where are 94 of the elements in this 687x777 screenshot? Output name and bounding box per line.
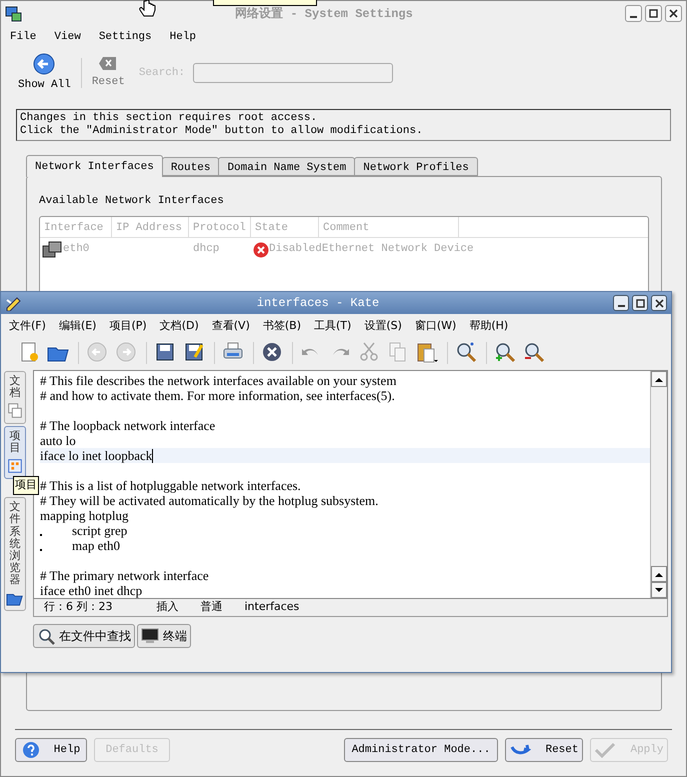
clear-icon bbox=[98, 56, 118, 72]
tool-view-button[interactable]: 在文件中查找 bbox=[33, 624, 135, 648]
notice-text: Changes in this section requires root access. bbox=[20, 112, 318, 125]
menu-item[interactable]: 窗口(W) bbox=[414, 318, 456, 334]
magnifier-icon bbox=[37, 626, 55, 644]
pen-icon bbox=[5, 295, 23, 311]
close-button[interactable] bbox=[651, 295, 667, 311]
maximize-button[interactable] bbox=[632, 295, 648, 311]
maximize-icon bbox=[636, 298, 644, 308]
code-line: map eth0 bbox=[72, 538, 120, 553]
section-title: Available Network Interfaces bbox=[39, 194, 225, 209]
paste-icon[interactable] bbox=[416, 341, 440, 365]
tab-marker bbox=[40, 534, 42, 536]
close-button[interactable] bbox=[665, 5, 682, 22]
menu-item[interactable]: 设置(S) bbox=[364, 318, 402, 334]
code-line: # The loopback network interface bbox=[40, 418, 216, 433]
menu-item[interactable]: Help bbox=[170, 28, 196, 46]
terminal-icon bbox=[141, 628, 159, 644]
tool-view-button[interactable]: 终端 bbox=[137, 624, 191, 648]
status-text: 插入 bbox=[156, 599, 178, 615]
menu-item[interactable]: Settings bbox=[98, 28, 152, 46]
close-icon bbox=[654, 298, 664, 308]
documents-icon bbox=[6, 402, 24, 420]
code-line: # and how to activate them. For more information, see interfaces(5). bbox=[40, 388, 395, 403]
up-arrow-icon bbox=[655, 572, 663, 576]
question-mark-icon bbox=[22, 741, 40, 759]
menu-item[interactable]: 编辑(E) bbox=[58, 318, 96, 334]
tab-marker bbox=[40, 548, 42, 550]
code-line: script grep bbox=[72, 523, 128, 538]
code-line: iface eth0 inet dhcp bbox=[40, 583, 142, 598]
column-header: Comment bbox=[319, 216, 459, 236]
table-cell-text: Disabled bbox=[269, 242, 322, 258]
column-header: Protocol bbox=[189, 216, 251, 236]
table-cell-text: eth0 bbox=[63, 242, 90, 258]
code-line: mapping hotplug bbox=[40, 508, 128, 523]
minimize-icon bbox=[618, 305, 624, 307]
status-text: 行：6 列：23 bbox=[44, 599, 112, 615]
status-text: 普通 bbox=[200, 599, 222, 615]
dialog-button[interactable]: Help bbox=[15, 738, 87, 762]
column-header: Interface bbox=[40, 216, 112, 236]
checkmark-icon bbox=[594, 742, 616, 758]
notice-text: Click the "Administrator Mode" button to allow modifications. bbox=[20, 125, 424, 138]
window-title: interfaces - Kate bbox=[256, 295, 380, 312]
code-line: iface lo inet loopback bbox=[40, 448, 152, 463]
table-cell-text: Ethernet Network Device bbox=[322, 242, 474, 258]
error-icon bbox=[253, 242, 269, 258]
menu-item[interactable]: File bbox=[10, 28, 36, 46]
window-title: 网络设置 - System Settings bbox=[235, 6, 413, 22]
tab[interactable]: Routes bbox=[162, 157, 220, 176]
menu-item[interactable]: 查看(V) bbox=[212, 318, 250, 334]
menu-item[interactable]: 文档(D) bbox=[160, 318, 199, 334]
column-header: IP Address bbox=[112, 216, 189, 236]
scrollbar[interactable] bbox=[650, 371, 667, 598]
zoom-in-icon[interactable] bbox=[494, 341, 518, 365]
zoom-out-icon[interactable] bbox=[523, 341, 547, 365]
code-line: auto lo bbox=[40, 433, 76, 448]
close-icon bbox=[669, 9, 678, 18]
tab[interactable]: Domain Name System bbox=[218, 157, 356, 176]
text-cursor bbox=[152, 448, 154, 462]
menu-item[interactable]: 帮助(H) bbox=[469, 318, 508, 334]
menu-item[interactable]: 项目(P) bbox=[109, 318, 147, 334]
toolbar-button[interactable]: Show All bbox=[16, 52, 73, 94]
tab[interactable]: Network Profiles bbox=[354, 157, 478, 176]
menu-item[interactable]: View bbox=[54, 28, 81, 46]
maximize-icon bbox=[649, 9, 658, 18]
tooltip: 项目 bbox=[13, 476, 39, 494]
tab[interactable]: Network Interfaces bbox=[26, 155, 163, 177]
maximize-button[interactable] bbox=[645, 5, 662, 22]
status-text: interfaces bbox=[244, 599, 300, 615]
curved-arrow-icon bbox=[509, 743, 532, 757]
down-arrow-icon bbox=[655, 588, 663, 592]
code-line: # This file describes the network interfaces available on your system bbox=[40, 373, 396, 388]
menu-item[interactable]: 工具(T) bbox=[314, 318, 352, 334]
network-card-icon bbox=[42, 240, 62, 258]
code-line: # They will be activated automatically by the hotplug subsystem. bbox=[40, 493, 378, 508]
code-line: # This is a list of hotpluggable network interfaces. bbox=[40, 478, 301, 493]
dialog-button[interactable]: Administrator Mode... bbox=[344, 738, 498, 762]
column-header: State bbox=[251, 216, 319, 236]
side-tab[interactable]: 项目 bbox=[4, 426, 26, 480]
table-cell-text: dhcp bbox=[192, 242, 220, 258]
minimize-icon bbox=[630, 16, 637, 18]
find-icon[interactable] bbox=[455, 341, 479, 365]
up-arrow-icon bbox=[655, 376, 663, 382]
minimize-button[interactable] bbox=[625, 5, 642, 22]
dialog-button[interactable]: Reset bbox=[505, 738, 583, 762]
side-tab[interactable]: 文档 bbox=[4, 371, 26, 424]
menu-item[interactable]: 书签(B) bbox=[262, 318, 301, 334]
hand-cursor-icon bbox=[138, 0, 158, 18]
code-line: # The primary network interface bbox=[40, 568, 209, 583]
side-tab[interactable]: 文件系统浏览器 bbox=[4, 497, 26, 612]
minimize-button[interactable] bbox=[613, 295, 629, 311]
project-icon bbox=[6, 457, 24, 476]
menu-item[interactable]: 文件(F) bbox=[9, 318, 46, 334]
monitor-icon bbox=[5, 4, 23, 22]
